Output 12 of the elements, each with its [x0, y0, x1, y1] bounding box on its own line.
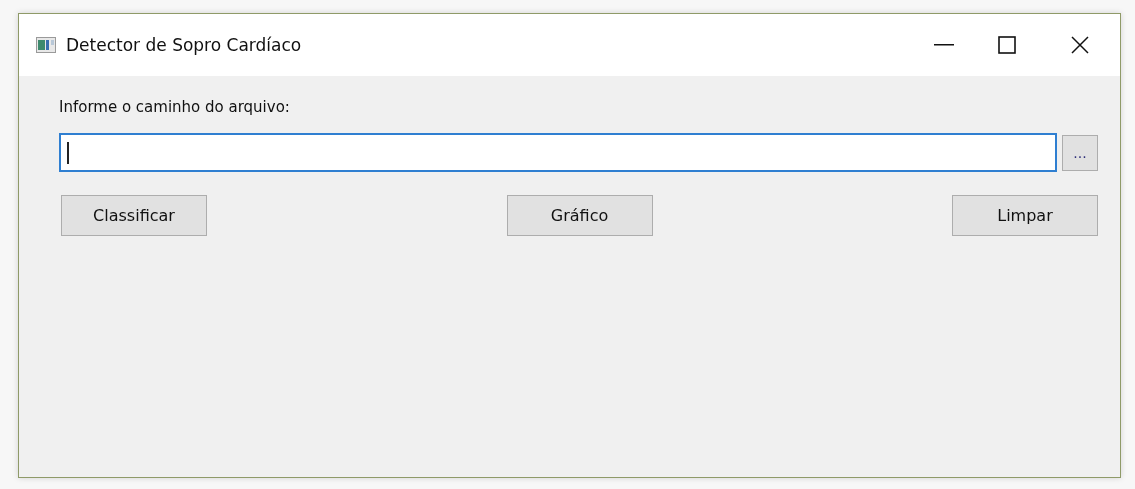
close-icon — [1071, 36, 1089, 54]
text-caret — [67, 141, 69, 164]
file-path-field[interactable] — [59, 133, 1057, 172]
action-button[interactable]: Limpar — [952, 195, 1098, 236]
maximize-icon — [998, 36, 1016, 54]
file-path-label: Informe o caminho do arquivo: — [59, 98, 291, 118]
app-icon — [36, 37, 56, 53]
window-title: Detector de Sopro Cardíaco — [66, 35, 302, 55]
action-button[interactable]: Classificar — [61, 195, 207, 236]
browse-button[interactable]: ... — [1062, 134, 1098, 171]
minimize-icon — [934, 44, 954, 46]
action-button[interactable]: Gráfico — [506, 195, 653, 236]
